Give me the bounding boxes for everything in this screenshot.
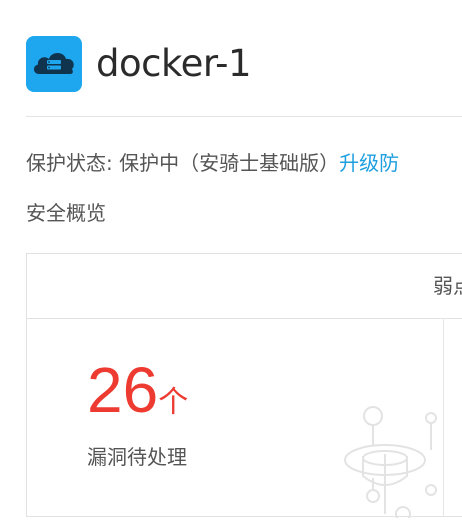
protection-status: 保护状态: 保护中（安骑士基础版）升级防 <box>26 148 399 178</box>
table-header-weakness: 弱点 <box>433 274 462 298</box>
page-title: docker-1 <box>96 42 252 85</box>
upgrade-link[interactable]: 升级防 <box>339 151 399 175</box>
vulnerability-count[interactable]: 26个 <box>87 354 188 426</box>
overview-title: 安全概览 <box>26 201 106 225</box>
cell-divider <box>443 318 444 516</box>
vulnerability-scan-icon <box>344 406 437 518</box>
status-label: 保护状态: <box>26 151 120 175</box>
header-divider <box>26 116 462 117</box>
header: docker-1 <box>26 36 462 92</box>
table-header: 弱点 <box>27 254 462 319</box>
status-value: 保护中（安骑士基础版） <box>119 151 340 175</box>
cloud-server-icon <box>26 36 82 92</box>
vulnerability-count-number: 26 <box>87 354 159 426</box>
security-overview-table: 弱点 26个 漏洞待处理 <box>26 253 462 518</box>
vulnerability-label: 漏洞待处理 <box>87 445 187 469</box>
vulnerability-count-unit: 个 <box>158 385 189 420</box>
